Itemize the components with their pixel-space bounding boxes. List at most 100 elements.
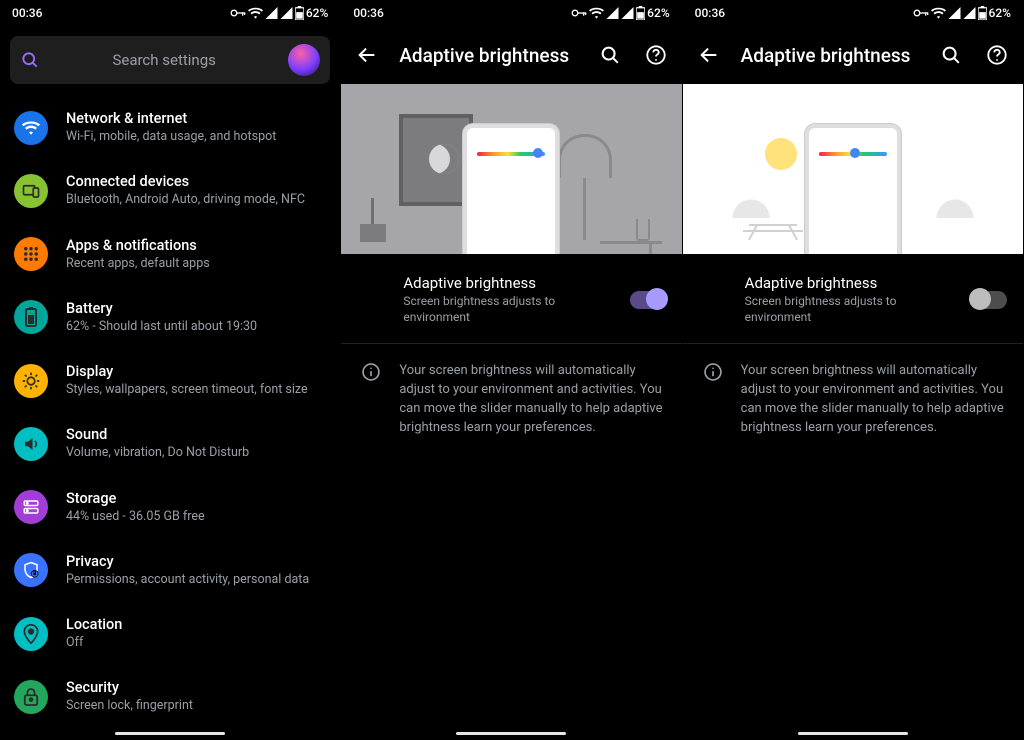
battery-icon [636,6,645,20]
status-bar: 00:36 62% [683,0,1023,26]
status-bar: 00:36 62% [0,0,340,26]
battery-icon [295,6,304,20]
phone-adaptive-on: 00:36 62% Adaptive brightness [341,0,682,740]
info-row: Your screen brightness will automaticall… [341,344,681,455]
status-battery-pct: 62% [989,6,1011,20]
info-row: Your screen brightness will automaticall… [683,344,1023,455]
settings-item-subtitle: 44% used - 36.05 GB free [66,509,326,525]
devices-icon [14,174,48,208]
info-text: Your screen brightness will automaticall… [399,362,663,437]
toggle-switch[interactable] [971,291,1007,309]
settings-item-location[interactable]: Location Off [0,602,340,665]
settings-item-devices[interactable]: Connected devices Bluetooth, Android Aut… [0,159,340,222]
settings-item-subtitle: Recent apps, default apps [66,256,326,272]
phone-adaptive-off: 00:36 62% Adaptive brightness [683,0,1024,740]
vpn-key-icon [913,8,929,18]
status-time: 00:36 [12,6,42,20]
signal-icon-2 [280,7,293,19]
settings-item-security[interactable]: Security Screen lock, fingerprint [0,665,340,728]
search-icon [940,44,962,66]
illustration-day [683,84,1023,254]
location-icon [14,617,48,651]
search-settings[interactable]: Search settings [10,36,330,84]
settings-item-subtitle: Screen lock, fingerprint [66,698,326,714]
settings-list: Network & internet Wi-Fi, mobile, data u… [0,92,340,740]
toggle-switch[interactable] [630,291,666,309]
signal-icon-1 [606,7,619,19]
search-icon [599,44,621,66]
status-bar: 00:36 62% [341,0,681,26]
back-button[interactable] [695,41,723,69]
settings-item-title: Battery [66,300,326,317]
settings-item-subtitle: Wi-Fi, mobile, data usage, and hotspot [66,129,326,145]
info-text: Your screen brightness will automaticall… [741,362,1005,437]
settings-item-storage[interactable]: Storage 44% used - 36.05 GB free [0,476,340,539]
nav-gesture-bar[interactable] [115,732,225,735]
vpn-key-icon [230,8,246,18]
settings-item-display[interactable]: Display Styles, wallpapers, screen timeo… [0,349,340,412]
settings-item-title: Connected devices [66,173,326,190]
wifi-icon [248,7,263,19]
help-button[interactable] [642,41,670,69]
toggle-subtitle: Screen brightness adjusts to environment [745,294,945,325]
wifi-icon [589,7,604,19]
settings-item-title: Security [66,679,326,696]
status-icons: 62% [913,6,1011,20]
nav-gesture-bar[interactable] [798,732,908,735]
settings-item-title: Network & internet [66,110,326,127]
help-icon [645,44,667,66]
settings-item-subtitle: Off [66,635,326,651]
settings-item-privacy[interactable]: Privacy Permissions, account activity, p… [0,539,340,602]
settings-item-subtitle: Volume, vibration, Do Not Disturb [66,445,326,461]
search-placeholder: Search settings [50,51,278,69]
search-button[interactable] [596,41,624,69]
settings-item-title: Display [66,363,326,380]
page-header: Adaptive brightness [683,26,1023,84]
toggle-subtitle: Screen brightness adjusts to environment [403,294,603,325]
back-button[interactable] [353,41,381,69]
settings-item-battery[interactable]: Battery 62% - Should last until about 19… [0,286,340,349]
help-button[interactable] [983,41,1011,69]
settings-item-subtitle: 62% - Should last until about 19:30 [66,319,326,335]
picnic-table-icon [743,222,803,240]
settings-item-wifi[interactable]: Network & internet Wi-Fi, mobile, data u… [0,96,340,159]
settings-item-title: Privacy [66,553,326,570]
status-icons: 62% [571,6,669,20]
signal-icon-2 [963,7,976,19]
wifi-icon [14,111,48,145]
settings-item-title: Location [66,616,326,633]
illustration-night [341,84,681,254]
adaptive-brightness-toggle-row[interactable]: Adaptive brightness Screen brightness ad… [683,254,1023,344]
signal-icon-2 [621,7,634,19]
avatar[interactable] [288,44,320,76]
settings-item-title: Storage [66,490,326,507]
phone-settings: 00:36 62% Search settings Network & inte… [0,0,341,740]
status-battery-pct: 62% [306,6,328,20]
storage-icon [14,490,48,524]
security-icon [14,680,48,714]
search-button[interactable] [937,41,965,69]
wifi-icon [931,7,946,19]
signal-icon-1 [265,7,278,19]
signal-icon-1 [948,7,961,19]
status-time: 00:36 [353,6,383,20]
settings-item-title: Apps & notifications [66,237,326,254]
page-title: Adaptive brightness [741,44,919,67]
nav-gesture-bar[interactable] [456,732,566,735]
page-header: Adaptive brightness [341,26,681,84]
status-battery-pct: 62% [647,6,669,20]
adaptive-brightness-toggle-row[interactable]: Adaptive brightness Screen brightness ad… [341,254,681,344]
settings-item-subtitle: Styles, wallpapers, screen timeout, font… [66,382,326,398]
status-icons: 62% [230,6,328,20]
arrow-back-icon [698,44,720,66]
arrow-back-icon [356,44,378,66]
search-icon [20,50,40,70]
privacy-icon [14,553,48,587]
settings-item-subtitle: Permissions, account activity, personal … [66,572,326,588]
settings-item-apps[interactable]: Apps & notifications Recent apps, defaul… [0,223,340,286]
vpn-key-icon [571,8,587,18]
settings-item-title: Sound [66,426,326,443]
display-icon [14,364,48,398]
sound-icon [14,427,48,461]
settings-item-sound[interactable]: Sound Volume, vibration, Do Not Disturb [0,412,340,475]
